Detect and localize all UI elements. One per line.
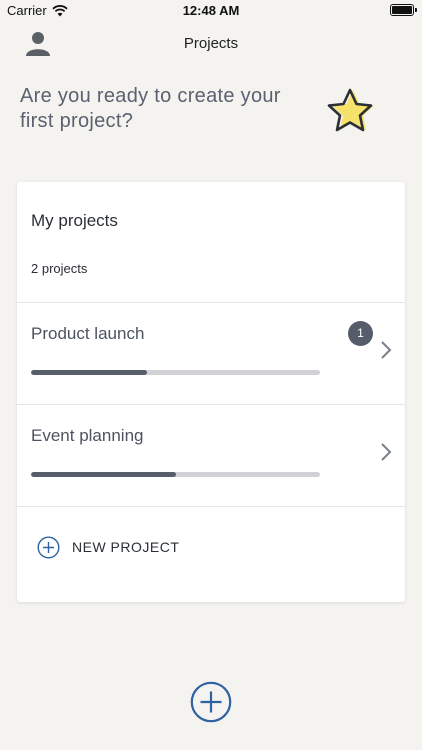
add-project-fab[interactable]: [190, 681, 232, 723]
progress-fill: [31, 370, 147, 375]
progress-bar: [31, 370, 320, 375]
card-title: My projects: [31, 211, 118, 230]
card-header: My projects 2 projects: [17, 182, 405, 303]
plus-circle-icon: [37, 535, 60, 559]
new-project-button[interactable]: NEW PROJECT: [37, 535, 179, 559]
progress-bar: [31, 472, 320, 477]
star-icon: [327, 88, 374, 132]
onboarding-prompt: Are you ready to create your first proje…: [20, 85, 281, 132]
progress-fill: [31, 472, 176, 477]
status-time: 12:48 AM: [182, 3, 240, 18]
new-project-label: NEW PROJECT: [72, 539, 180, 555]
project-name: Product launch: [31, 324, 145, 343]
chevron-right-icon: [381, 443, 392, 461]
status-bar: Carrier 12:48 AM: [0, 0, 422, 22]
project-count: 2 projects: [31, 261, 88, 276]
battery-icon: [390, 4, 417, 16]
projects-card: My projects 2 projects Product launch 1 …: [17, 182, 405, 602]
project-row-event-planning[interactable]: Event planning: [17, 405, 405, 507]
plus-circle-icon: [190, 681, 232, 723]
nav-bar: Projects: [0, 22, 422, 66]
project-row-product-launch[interactable]: Product launch 1: [17, 303, 405, 405]
project-name: Event planning: [31, 426, 144, 445]
chevron-right-icon: [381, 341, 392, 359]
notification-badge: 1: [348, 321, 373, 346]
page-title: Projects: [183, 35, 239, 52]
